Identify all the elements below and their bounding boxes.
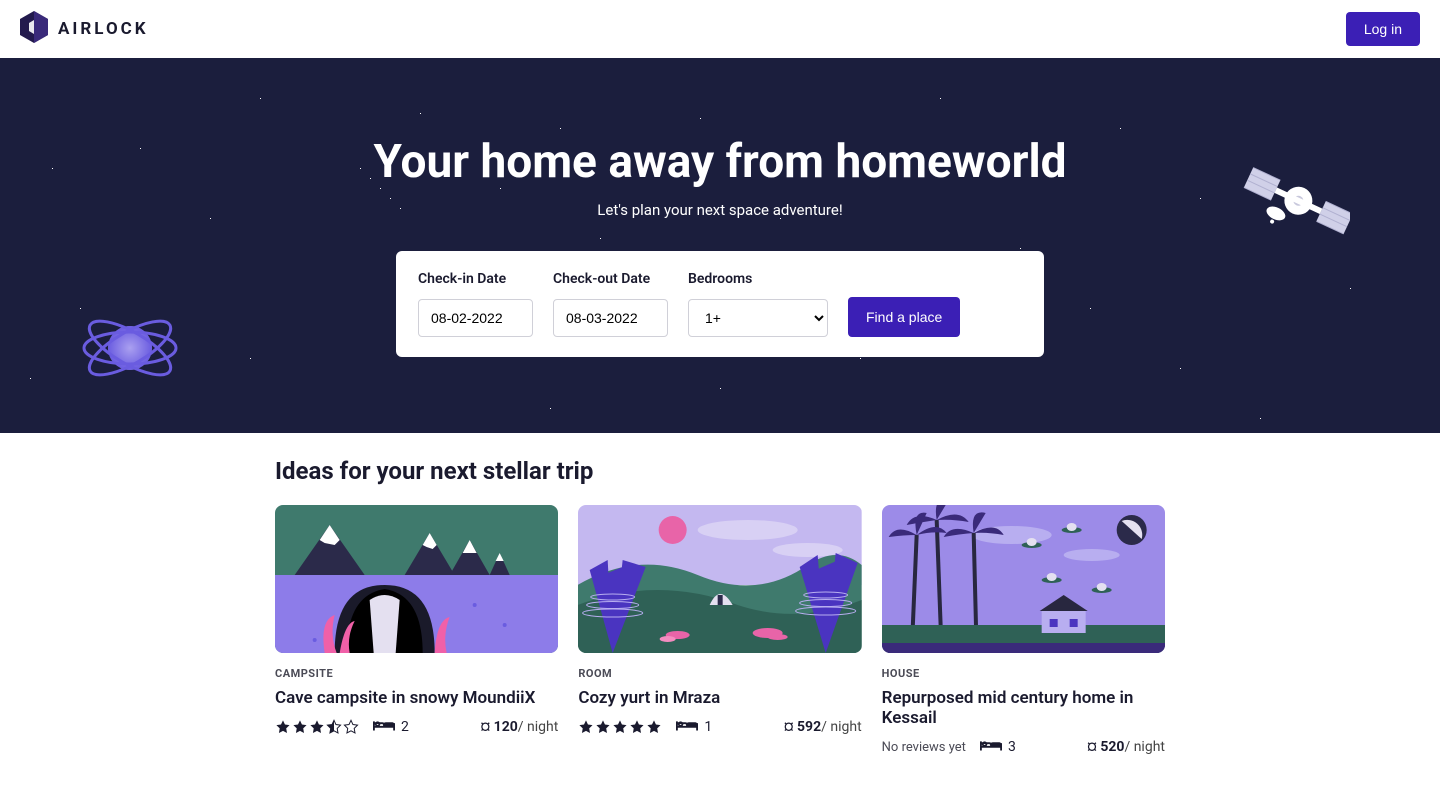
hero-subline: Let's plan your next space adventure!	[597, 201, 842, 219]
price-unit: / night	[1124, 739, 1165, 755]
currency-symbol: ¤	[1087, 739, 1097, 755]
listing-beds: 1	[676, 718, 712, 736]
listing-card[interactable]: HOUSE Repurposed mid century home in Kes…	[882, 505, 1165, 756]
find-place-button[interactable]: Find a place	[848, 297, 960, 337]
listing-title: Cave campsite in snowy MoundiiX	[275, 688, 558, 708]
price-unit: / night	[518, 719, 559, 735]
checkout-input[interactable]	[553, 299, 668, 337]
listing-stars	[275, 719, 359, 735]
brand[interactable]: AIRLOCK	[20, 11, 149, 47]
listing-no-reviews: No reviews yet	[882, 740, 966, 755]
listing-card[interactable]: ROOM Cozy yurt in Mraza 1 ¤ 592/ night	[578, 505, 861, 756]
bedrooms-select[interactable]: 1+	[688, 299, 828, 337]
price-value: 520	[1100, 739, 1124, 755]
hero: Your home away from homeworld Let's plan…	[0, 58, 1440, 433]
site-header: AIRLOCK Log in	[0, 0, 1440, 58]
listing-tag: CAMPSITE	[275, 667, 558, 680]
listing-thumb	[578, 505, 861, 653]
listing-thumb	[882, 505, 1165, 653]
listing-title: Cozy yurt in Mraza	[578, 688, 861, 708]
listing-thumb	[275, 505, 558, 653]
checkout-label: Check-out Date	[553, 271, 668, 287]
listing-meta: 1 ¤ 592/ night	[578, 718, 861, 736]
checkin-label: Check-in Date	[418, 271, 533, 287]
bedrooms-field: Bedrooms 1+	[688, 271, 828, 337]
hero-headline: Your home away from homeworld	[373, 135, 1066, 189]
currency-symbol: ¤	[480, 719, 490, 735]
logo-icon	[20, 11, 48, 47]
bed-icon	[980, 738, 1002, 756]
listing-meta: 2 ¤ 120/ night	[275, 718, 558, 736]
checkout-field: Check-out Date	[553, 271, 668, 337]
listing-tag: ROOM	[578, 667, 861, 680]
brand-name: AIRLOCK	[58, 19, 149, 39]
price-value: 120	[494, 719, 518, 735]
bed-count: 1	[704, 719, 712, 735]
cards-grid: CAMPSITE Cave campsite in snowy MoundiiX…	[275, 505, 1165, 756]
listing-title: Repurposed mid century home in Kessail	[882, 688, 1165, 728]
bed-count: 2	[401, 719, 409, 735]
price-value: 592	[797, 719, 821, 735]
listing-beds: 2	[373, 718, 409, 736]
listing-card[interactable]: CAMPSITE Cave campsite in snowy MoundiiX…	[275, 505, 558, 756]
search-card: Check-in Date Check-out Date Bedrooms 1+…	[396, 251, 1044, 357]
listing-price: ¤ 120/ night	[480, 719, 558, 735]
checkin-input[interactable]	[418, 299, 533, 337]
bedrooms-label: Bedrooms	[688, 271, 828, 287]
listings-section: Ideas for your next stellar trip	[275, 433, 1165, 796]
listing-meta: No reviews yet 3 ¤ 520/ night	[882, 738, 1165, 756]
listing-stars	[578, 719, 662, 735]
planet-icon	[80, 308, 180, 392]
price-unit: / night	[821, 719, 862, 735]
bed-count: 3	[1008, 739, 1016, 755]
bed-icon	[373, 718, 395, 736]
checkin-field: Check-in Date	[418, 271, 533, 337]
section-title: Ideas for your next stellar trip	[275, 457, 1165, 485]
currency-symbol: ¤	[784, 719, 794, 735]
bed-icon	[676, 718, 698, 736]
login-button[interactable]: Log in	[1346, 12, 1420, 46]
listing-price: ¤ 520/ night	[1087, 739, 1165, 755]
listing-price: ¤ 592/ night	[784, 719, 862, 735]
listing-beds: 3	[980, 738, 1016, 756]
satellite-icon	[1240, 163, 1350, 257]
listing-tag: HOUSE	[882, 667, 1165, 680]
